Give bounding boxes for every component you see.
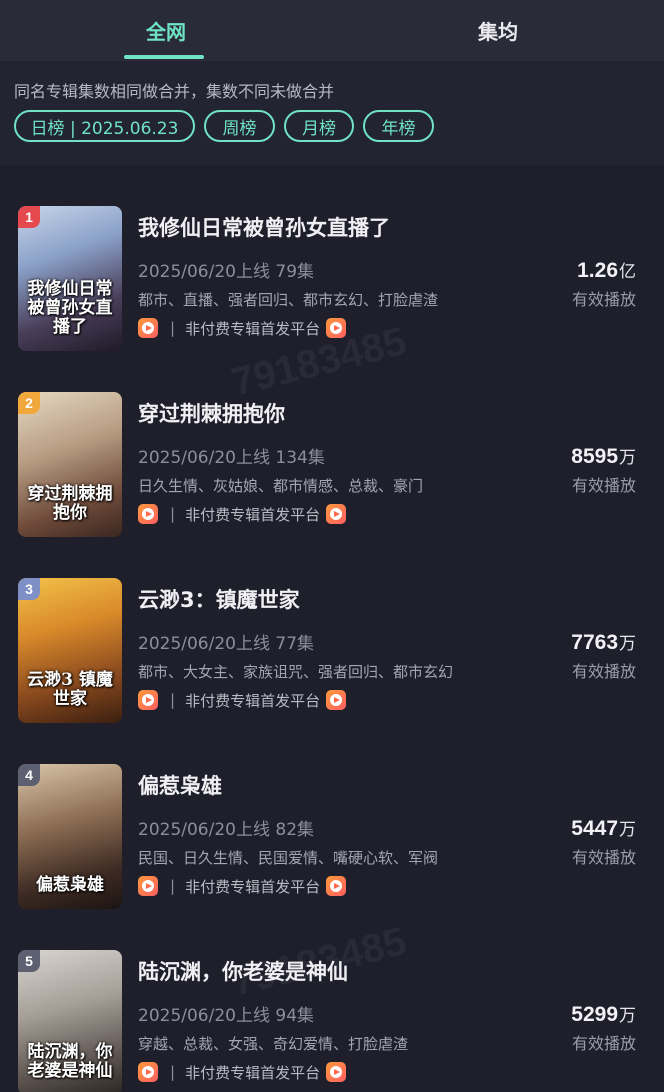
platform-info: | 非付费专辑首发平台	[138, 317, 347, 339]
list-item[interactable]: 陆沉渊，你老婆是神仙 5 陆沉渊，你老婆是神仙 2025/06/20上线 94集…	[0, 909, 664, 1092]
genre-tags: 都市、直播、强者回归、都市玄幻、打脸虐渣	[138, 291, 439, 309]
genre-tags: 都市、大女主、家族诅咒、强者回归、都市玄幻	[138, 663, 454, 681]
list-item[interactable]: 云渺3 镇魔世家 3 云渺3：镇魔世家 2025/06/20上线 77集 都市、…	[0, 537, 664, 723]
platform-app-icon	[138, 876, 158, 896]
drama-title[interactable]: 偏惹枭雄	[138, 770, 222, 800]
poster-title-art: 偏惹枭雄	[36, 875, 104, 895]
weekly-chart-chip[interactable]: 周榜	[204, 110, 275, 142]
separator: |	[170, 877, 176, 895]
genre-tags: 日久生情、灰姑娘、都市情感、总裁、豪门	[138, 477, 424, 495]
platform-label: 非付费专辑首发平台	[185, 505, 321, 524]
genre-tags: 民国、日久生情、民国爱情、嘴硬心软、军阀	[138, 849, 439, 867]
drama-poster[interactable]: 穿过荆棘拥抱你 2	[18, 392, 122, 537]
platform-app-icon	[138, 504, 158, 524]
rank-badge: 5	[18, 950, 40, 972]
views-label: 有效播放	[571, 290, 636, 309]
release-info: 2025/06/20上线 77集	[138, 634, 315, 654]
platform-app-icon	[138, 318, 158, 338]
drama-title[interactable]: 我修仙日常被曾孙女直播了	[138, 212, 390, 242]
views-label: 有效播放	[571, 848, 636, 867]
monthly-chart-chip[interactable]: 月榜	[284, 110, 354, 142]
platform-label: 非付费专辑首发平台	[185, 691, 321, 710]
release-info: 2025/06/20上线 94集	[138, 1006, 315, 1026]
release-info: 2025/06/20上线 79集	[138, 262, 315, 282]
rank-badge: 4	[18, 764, 40, 786]
drama-title[interactable]: 云渺3：镇魔世家	[138, 584, 300, 614]
views-value: 5299万	[571, 1003, 636, 1026]
views-label: 有效播放	[571, 1034, 636, 1053]
drama-title[interactable]: 穿过荆棘拥抱你	[138, 398, 285, 428]
platform-info: | 非付费专辑首发平台	[138, 1061, 347, 1083]
views-value: 1.26亿	[577, 259, 636, 282]
separator: |	[170, 319, 176, 337]
platform-info: | 非付费专辑首发平台	[138, 875, 347, 897]
views-value: 8595万	[571, 445, 636, 468]
platform-app-icon	[326, 1062, 347, 1082]
platform-info: | 非付费专辑首发平台	[138, 503, 347, 525]
drama-title[interactable]: 陆沉渊，你老婆是神仙	[138, 956, 348, 986]
active-tab-indicator	[124, 55, 204, 59]
platform-app-icon	[326, 504, 347, 524]
rank-badge: 3	[18, 578, 40, 600]
list-item[interactable]: 我修仙日常被曾孙女直播了 1 我修仙日常被曾孙女直播了 2025/06/20上线…	[0, 165, 664, 351]
views-label: 有效播放	[571, 476, 636, 495]
platform-label: 非付费专辑首发平台	[185, 877, 321, 896]
platform-label: 非付费专辑首发平台	[185, 319, 321, 338]
separator: |	[170, 505, 176, 523]
platform-app-icon	[326, 690, 347, 710]
merge-notice: 同名专辑集数相同做合并，集数不同未做合并	[14, 82, 335, 101]
genre-tags: 穿越、总裁、女强、奇幻爱情、打脸虐渣	[138, 1035, 409, 1053]
tab-episode-average[interactable]: 集均	[332, 0, 664, 61]
platform-app-icon	[326, 318, 347, 338]
platform-label: 非付费专辑首发平台	[185, 1063, 321, 1082]
release-info: 2025/06/20上线 82集	[138, 820, 315, 840]
release-info: 2025/06/20上线 134集	[138, 448, 325, 468]
drama-poster[interactable]: 云渺3 镇魔世家 3	[18, 578, 122, 723]
platform-app-icon	[326, 876, 347, 896]
tab-all-network[interactable]: 全网	[0, 0, 332, 61]
views-label: 有效播放	[571, 662, 636, 681]
platform-app-icon	[138, 690, 158, 710]
views-value: 5447万	[571, 817, 636, 840]
separator: |	[170, 1063, 176, 1081]
rank-badge: 1	[18, 206, 40, 228]
yearly-chart-chip[interactable]: 年榜	[363, 110, 434, 142]
drama-poster[interactable]: 我修仙日常被曾孙女直播了 1	[18, 206, 122, 351]
poster-title-art: 穿过荆棘拥抱你	[27, 484, 113, 523]
daily-chart-chip[interactable]: 日榜 | 2025.06.23	[14, 110, 195, 142]
separator: |	[170, 691, 176, 709]
rank-badge: 2	[18, 392, 40, 414]
top-tab-bar: 全网 集均	[0, 0, 664, 61]
list-item[interactable]: 穿过荆棘拥抱你 2 穿过荆棘拥抱你 2025/06/20上线 134集 日久生情…	[0, 351, 664, 537]
drama-poster[interactable]: 陆沉渊，你老婆是神仙 5	[18, 950, 122, 1092]
drama-poster[interactable]: 偏惹枭雄 4	[18, 764, 122, 909]
poster-title-art: 陆沉渊，你老婆是神仙	[27, 1042, 113, 1081]
poster-title-art: 云渺3 镇魔世家	[27, 670, 113, 709]
platform-app-icon	[138, 1062, 158, 1082]
poster-title-art: 我修仙日常被曾孙女直播了	[27, 279, 113, 337]
list-item[interactable]: 偏惹枭雄 4 偏惹枭雄 2025/06/20上线 82集 民国、日久生情、民国爱…	[0, 723, 664, 909]
platform-info: | 非付费专辑首发平台	[138, 689, 347, 711]
views-value: 7763万	[571, 631, 636, 654]
